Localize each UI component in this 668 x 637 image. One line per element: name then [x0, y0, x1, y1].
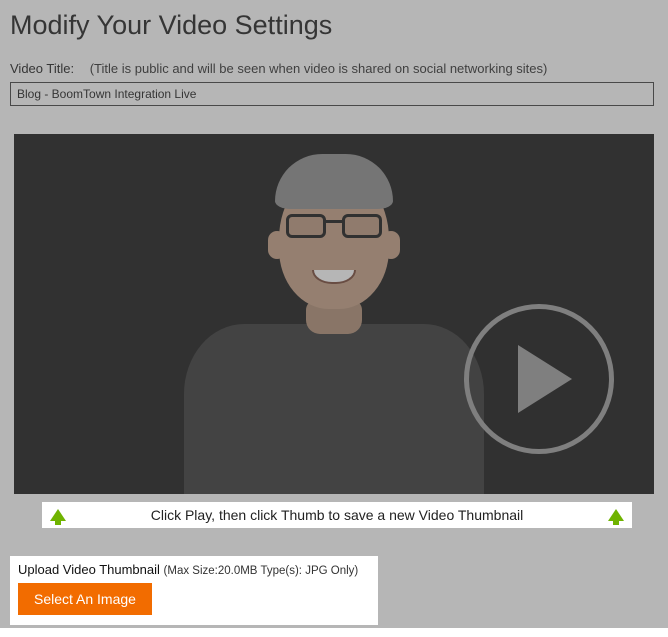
- play-button[interactable]: [464, 304, 614, 454]
- thumbnail-instruction-text: Click Play, then click Thumb to save a n…: [151, 507, 523, 523]
- video-title-input[interactable]: [10, 82, 654, 106]
- video-title-hint: (Title is public and will be seen when v…: [90, 61, 548, 76]
- select-image-button[interactable]: Select An Image: [18, 583, 152, 615]
- page-title: Modify Your Video Settings: [10, 10, 658, 41]
- upload-thumbnail-label: Upload Video Thumbnail: [18, 562, 160, 577]
- video-title-label: Video Title:: [10, 61, 74, 76]
- upload-thumbnail-panel: Upload Video Thumbnail (Max Size:20.0MB …: [10, 556, 378, 625]
- arrow-up-icon: [50, 509, 66, 521]
- video-thumbnail-image: [184, 324, 484, 494]
- thumbnail-instruction-bar: Click Play, then click Thumb to save a n…: [42, 502, 632, 528]
- video-player[interactable]: [14, 134, 654, 494]
- play-icon: [518, 345, 572, 413]
- arrow-up-icon: [608, 509, 624, 521]
- upload-thumbnail-meta: (Max Size:20.0MB Type(s): JPG Only): [164, 565, 359, 577]
